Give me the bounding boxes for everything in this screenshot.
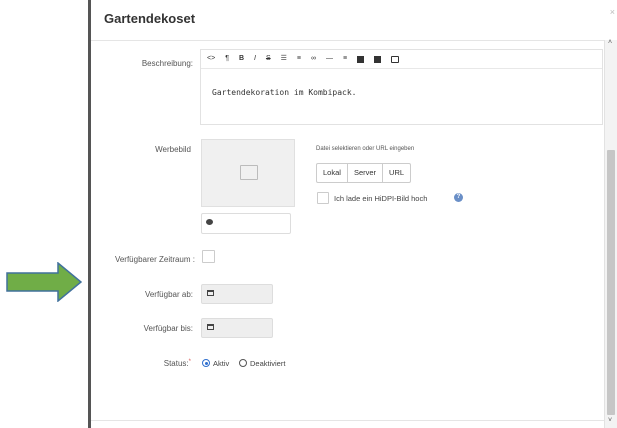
ordered-list-icon[interactable]: ≡ [297, 50, 301, 68]
horizontal-rule-icon[interactable]: — [326, 50, 333, 68]
image-icon[interactable] [357, 55, 365, 63]
status-inactive-label[interactable]: Deaktiviert [250, 359, 285, 368]
hidpi-label: Ich lade ein HiDPI-Bild hoch [334, 194, 428, 203]
available-from-label: Verfügbar ab: [144, 290, 193, 299]
product-dialog: Gartendekoset × ˄ ˅ Beschreibung: <> ¶ B… [91, 0, 617, 428]
description-text[interactable]: Gartendekoration im Kombipack. [212, 88, 357, 97]
url-button[interactable]: URL [382, 163, 412, 183]
editor-toolbar: <> ¶ B I S ☰ ≡ ∞ — ≡ [201, 50, 602, 69]
italic-icon[interactable]: I [254, 50, 256, 68]
calendar-icon [207, 324, 214, 330]
image-label: Werbebild [155, 145, 191, 154]
scrollbar[interactable]: ˄ ˅ [604, 39, 617, 428]
link-icon[interactable]: ∞ [311, 50, 316, 68]
available-to-label: Verfügbar bis: [143, 324, 193, 333]
comment-icon [206, 219, 213, 225]
video-icon[interactable] [391, 55, 400, 63]
align-icon[interactable]: ≡ [343, 50, 347, 68]
status-inactive-radio[interactable] [239, 359, 247, 367]
dialog-header: Gartendekoset × [91, 0, 617, 41]
status-active-radio[interactable] [202, 359, 210, 367]
status-label: Status:* [91, 359, 191, 368]
description-label: Beschreibung: [141, 59, 193, 68]
period-label: Verfügbarer Zeitraum : [114, 255, 195, 264]
strikethrough-icon[interactable]: S [266, 50, 271, 68]
required-marker: * [188, 359, 191, 365]
scrollbar-thumb[interactable] [607, 150, 615, 415]
close-icon[interactable]: × [610, 7, 615, 17]
dialog-footer-divider [91, 420, 604, 421]
scroll-down-icon[interactable]: ˅ [608, 417, 612, 424]
dialog-title: Gartendekoset [104, 11, 196, 26]
help-icon[interactable]: ? [454, 193, 463, 202]
paragraph-icon[interactable]: ¶ [225, 50, 229, 68]
gallery-icon[interactable] [374, 55, 382, 63]
description-editor[interactable]: <> ¶ B I S ☰ ≡ ∞ — ≡ Gartendekoration im… [200, 49, 603, 125]
status-label-text: Status: [163, 359, 189, 368]
bold-icon[interactable]: B [239, 50, 244, 68]
local-button[interactable]: Lokal [316, 163, 348, 183]
green-arrow-icon [6, 262, 82, 302]
image-preview[interactable] [201, 139, 295, 207]
hidpi-checkbox[interactable] [317, 192, 329, 204]
server-button[interactable]: Server [346, 163, 384, 183]
available-to-input[interactable] [201, 318, 273, 338]
scroll-up-icon[interactable]: ˄ [608, 39, 612, 46]
available-from-input[interactable] [201, 284, 273, 304]
image-caption-input[interactable] [201, 213, 291, 234]
calendar-icon [207, 290, 214, 296]
image-placeholder-icon [240, 165, 258, 180]
period-checkbox[interactable] [202, 250, 215, 263]
code-icon[interactable]: <> [207, 50, 215, 68]
status-active-label[interactable]: Aktiv [213, 359, 229, 368]
source-button-group: Lokal Server URL [316, 163, 412, 183]
file-select-hint: Datei selektieren oder URL eingeben [316, 146, 415, 152]
unordered-list-icon[interactable]: ☰ [281, 50, 287, 68]
